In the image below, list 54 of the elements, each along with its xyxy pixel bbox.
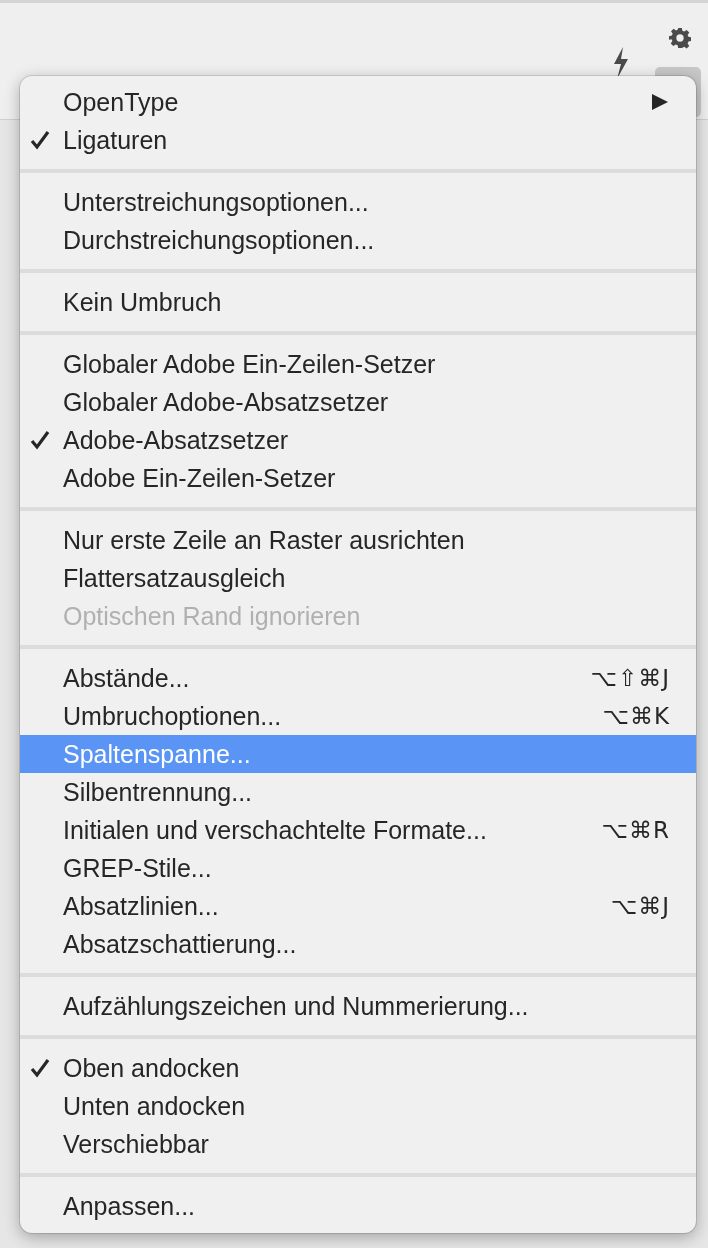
menu-item[interactable]: Kein Umbruch [20, 283, 696, 321]
menu-item-label: OpenType [63, 87, 180, 117]
menu-item-label: Verschiebbar [63, 1129, 210, 1159]
lightning-icon[interactable] [611, 47, 631, 79]
menu-item[interactable]: Aufzählungszeichen und Nummerierung... [20, 987, 696, 1025]
menu-item-label: Aufzählungszeichen und Nummerierung... [63, 991, 530, 1021]
menu-item-label: Anpassen... [63, 1191, 197, 1221]
menu-item-label: Flattersatzausgleich [63, 563, 287, 593]
menu-item[interactable]: Abstände... ⌥⇧⌘J [20, 659, 696, 697]
menu-item[interactable]: Unterstreichungsoptionen... [20, 183, 696, 221]
menu-item-label: Globaler Adobe Ein-Zeilen-Setzer [63, 349, 437, 379]
menu-item-label: Abstände... [63, 663, 191, 693]
menu-item[interactable]: Anpassen... [20, 1187, 696, 1225]
menu-item[interactable]: Absatzlinien... ⌥⌘J [20, 887, 696, 925]
menu-item-label: Oben andocken [63, 1053, 241, 1083]
menu-item[interactable]: Verschiebbar [20, 1125, 696, 1163]
settings-icon[interactable] [669, 27, 691, 49]
menu-item[interactable]: GREP-Stile... [20, 849, 696, 887]
menu-item-label: Durchstreichungsoptionen... [63, 225, 376, 255]
menu-item[interactable]: Absatzschattierung... [20, 925, 696, 963]
menu-item[interactable]: Umbruchoptionen... ⌥⌘K [20, 697, 696, 735]
menu-item[interactable]: Flattersatzausgleich [20, 559, 696, 597]
menu-item-label: Umbruchoptionen... [63, 701, 283, 731]
menu-item-label: Unterstreichungsoptionen... [63, 187, 370, 217]
menu-item[interactable]: Adobe-Absatzsetzer [20, 421, 696, 459]
menu-item[interactable]: Nur erste Zeile an Raster ausrichten [20, 521, 696, 559]
menu-item-label: Absatzlinien... [63, 891, 220, 921]
menu-item[interactable]: Initialen und verschachtelte Formate... ⌥⌘R [20, 811, 696, 849]
keyboard-shortcut: ⌥⌘K [602, 703, 670, 729]
menu-item-label: GREP-Stile... [63, 853, 213, 883]
keyboard-shortcut: ⌥⇧⌘J [590, 665, 670, 691]
menu-item[interactable]: Adobe Ein-Zeilen-Setzer [20, 459, 696, 497]
menu-item[interactable]: Silbentrennung... [20, 773, 696, 811]
menu-item-label: Adobe-Absatzsetzer [63, 425, 290, 455]
menu-item-label: Unten andocken [63, 1091, 247, 1121]
menu-item[interactable]: Globaler Adobe Ein-Zeilen-Setzer [20, 345, 696, 383]
menu-item-label: Absatzschattierung... [63, 929, 298, 959]
menu-item[interactable]: Oben andocken [20, 1049, 696, 1087]
menu-item[interactable]: Globaler Adobe-Absatzsetzer [20, 383, 696, 421]
menu-item-label: Kein Umbruch [63, 287, 223, 317]
keyboard-shortcut: ⌥⌘R [601, 817, 670, 843]
menu-item-label: Globaler Adobe-Absatzsetzer [63, 387, 390, 417]
menu-item[interactable]: Unten andocken [20, 1087, 696, 1125]
keyboard-shortcut: ⌥⌘J [610, 893, 670, 919]
menu-item-label: Optischen Rand ignorieren [63, 601, 362, 631]
menu-item-label: Adobe Ein-Zeilen-Setzer [63, 463, 337, 493]
menu-item-label: Ligaturen [63, 125, 169, 155]
menu-item[interactable]: OpenType [20, 83, 696, 121]
menu-item[interactable]: Ligaturen [20, 121, 696, 159]
menu-item[interactable]: Durchstreichungsoptionen... [20, 221, 696, 259]
menu-item-label: Silbentrennung... [63, 777, 254, 807]
menu-item-label: Initialen und verschachtelte Formate... [63, 815, 488, 845]
menu-item-label: Spaltenspanne... [63, 739, 252, 769]
menu-item-label: Nur erste Zeile an Raster ausrichten [63, 525, 466, 555]
